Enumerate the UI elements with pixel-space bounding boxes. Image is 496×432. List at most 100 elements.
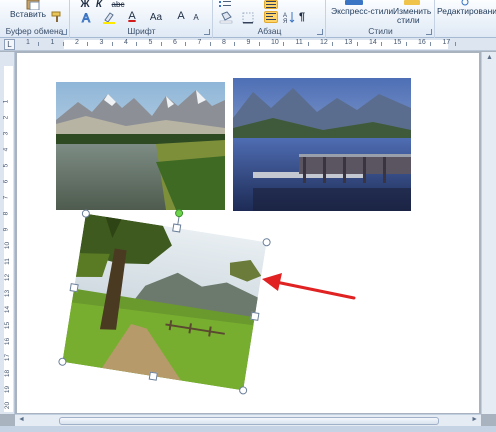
ruler-number: 6 [173, 39, 177, 46]
ruler-number: 5 [148, 39, 153, 46]
vruler-number: 4 [2, 147, 10, 152]
ruler-number: 2 [75, 39, 79, 46]
shading-icon[interactable] [218, 11, 234, 24]
vruler-number: 12 [4, 273, 12, 282]
ruler-tick [332, 42, 334, 46]
clipboard-dialog-launcher[interactable] [61, 29, 67, 35]
scroll-left-icon[interactable]: ◄ [18, 416, 25, 423]
ruler-number: 14 [369, 39, 377, 46]
resize-handle-top[interactable] [171, 223, 181, 233]
vruler-number: 13 [4, 289, 12, 298]
styles-group: Экспресс-стили Изменить стили Стили [327, 0, 435, 38]
sort-icon[interactable]: AЯ [282, 11, 296, 23]
strikethrough-button[interactable]: abc [109, 0, 127, 9]
vruler-number: 10 [4, 241, 12, 250]
ruler-tick [307, 42, 309, 46]
vertical-ruler[interactable]: 1 2 3 4 5 6 7 8 9 10 11 12 13 14 15 16 17 18 19 20 [0, 52, 15, 414]
vruler-number: 1 [2, 99, 10, 104]
grow-font-button[interactable]: A [175, 10, 187, 22]
quick-styles-button[interactable]: Экспресс-стили [331, 7, 393, 16]
font-dialog-launcher[interactable] [204, 29, 210, 35]
vruler-number: 2 [2, 115, 10, 120]
ruler-number: 10 [271, 39, 279, 46]
horizontal-scroll-thumb[interactable] [59, 417, 439, 425]
vruler-number: 14 [4, 305, 12, 314]
ruler-tick [234, 42, 236, 46]
align-left-button[interactable] [264, 11, 278, 23]
styles-group-label: Стили [368, 26, 393, 36]
vruler-number: 18 [4, 369, 12, 378]
paste-button[interactable]: Вставить [10, 10, 46, 19]
vruler-number: 7 [2, 195, 10, 200]
ruler-number: 12 [320, 39, 328, 46]
clipboard-group: Вставить Буфер обмена [0, 0, 70, 38]
font-group-label: Шрифт [127, 26, 156, 36]
vruler-number: 8 [2, 211, 10, 216]
editing-group: Редактирование [436, 0, 496, 38]
ruler-tick [160, 42, 162, 46]
ruler-text-area [64, 40, 448, 49]
resize-handle-top-left[interactable] [81, 209, 91, 219]
ruler-tick [111, 42, 113, 46]
editing-button[interactable]: Редактирование [437, 7, 496, 16]
italic-button[interactable]: К [93, 0, 105, 10]
borders-icon[interactable] [240, 11, 256, 24]
paragraph-dialog-launcher[interactable] [317, 29, 323, 35]
ruler-number: 17 [442, 39, 451, 46]
scroll-up-icon[interactable]: ▲ [486, 54, 493, 61]
ruler-tick [38, 42, 40, 46]
font-color-button[interactable]: A [125, 10, 139, 22]
bold-button[interactable]: Ж [79, 0, 91, 10]
ruler-tick [87, 42, 89, 46]
ruler-tick [405, 42, 407, 46]
clipboard-group-label: Буфер обмена [5, 26, 64, 36]
ruler-tick [258, 42, 260, 46]
align-justify-button[interactable] [264, 0, 278, 9]
ruler-number: 15 [393, 39, 402, 46]
ruler-tick [209, 42, 211, 46]
vertical-scrollbar[interactable]: ▲ [481, 52, 496, 414]
text-effects-icon[interactable]: A [79, 11, 95, 24]
highlight-icon[interactable] [101, 11, 117, 24]
ruler-tick [454, 42, 456, 46]
ruler-tick [283, 42, 285, 46]
show-formatting-button[interactable]: ¶ [296, 11, 308, 23]
styles-dialog-launcher[interactable] [426, 29, 432, 35]
ruler-number: 1 [26, 39, 30, 46]
horizontal-ruler[interactable]: L 1 1 2 3 4 5 6 7 8 9 10 11 12 13 14 15 16 17 [0, 38, 496, 51]
vruler-number: 3 [2, 131, 10, 136]
ruler-number: 7 [197, 39, 202, 46]
resize-handle-left[interactable] [69, 283, 79, 293]
vruler-number: 20 [4, 401, 12, 410]
ruler-tick [62, 42, 64, 46]
change-case-button[interactable]: Aa [147, 11, 165, 23]
change-styles-label-2[interactable]: стили [397, 16, 420, 25]
vruler-number: 9 [2, 227, 10, 232]
resize-handle-right[interactable] [250, 311, 260, 321]
scroll-right-icon[interactable]: ► [471, 416, 478, 423]
ruler-number: 4 [124, 39, 128, 46]
mountain-lake-image[interactable] [56, 82, 225, 210]
resize-handle-bottom[interactable] [148, 371, 158, 381]
ruler-tick [381, 42, 383, 46]
lake-dock-image[interactable] [233, 78, 411, 211]
red-arrow-icon [262, 273, 356, 300]
shrink-font-button[interactable]: A [191, 12, 201, 22]
vruler-number: 15 [4, 321, 12, 330]
tab-selector-icon[interactable]: L [4, 39, 15, 50]
ruler-tick [430, 42, 432, 46]
format-painter-icon[interactable] [50, 11, 64, 23]
multilevel-list-icon[interactable] [218, 0, 232, 8]
image-selection-frame [57, 208, 272, 395]
vruler-number: 19 [4, 385, 12, 394]
font-group: Ж К abc A A Aa A A Шрифт [71, 0, 213, 38]
paragraph-group: AЯ ¶ Абзац [214, 0, 326, 38]
ruler-number: 8 [222, 39, 226, 46]
svg-text:A: A [82, 11, 90, 24]
svg-text:Я: Я [283, 19, 287, 23]
vruler-number: 6 [2, 179, 10, 184]
ribbon: Вставить Буфер обмена Ж К abc A A Aa A A… [0, 0, 496, 38]
ruler-tick [185, 42, 187, 46]
horizontal-scrollbar[interactable]: ◄ ► [15, 414, 481, 426]
vruler-number: 5 [2, 163, 10, 168]
